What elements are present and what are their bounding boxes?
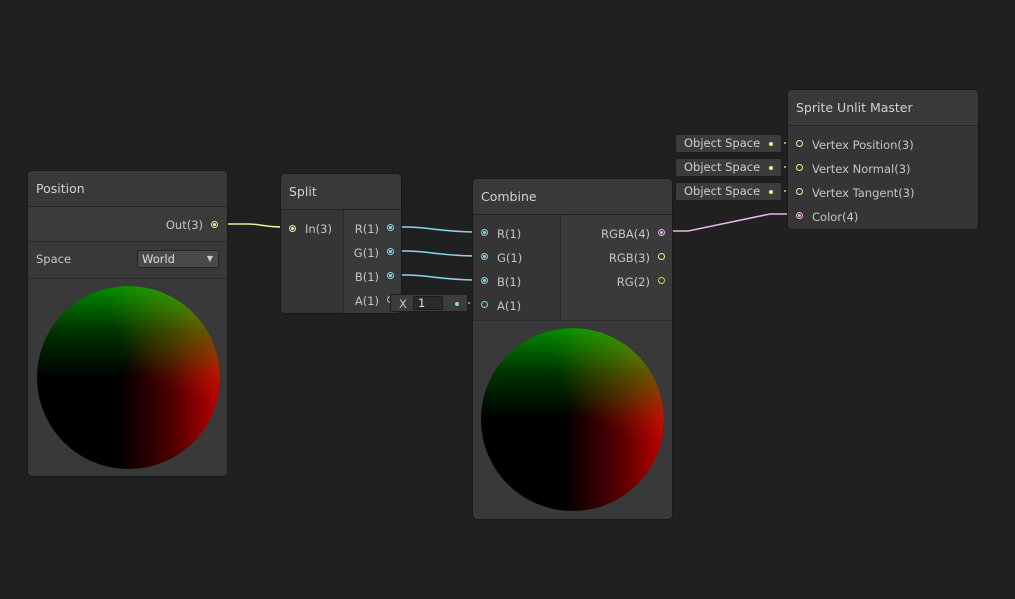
vertex-tangent-default-pill[interactable]: Object Space (675, 182, 782, 201)
input-port-label-r: R(1) (497, 227, 522, 241)
node-title[interactable]: Combine (473, 179, 672, 215)
output-port-dot-g[interactable] (387, 248, 394, 255)
wire-split-b-to-combine (393, 274, 480, 281)
sprite-unlit-master-node[interactable]: Sprite Unlit Master Vertex Position(3) V… (787, 89, 979, 230)
space-dropdown[interactable]: World ▼ (137, 250, 219, 268)
pill-label: Object Space (684, 136, 761, 150)
input-port-label-vertex-normal: Vertex Normal(3) (812, 162, 911, 176)
input-port-label-a: A(1) (497, 299, 522, 313)
x-field-value[interactable]: 1 (413, 296, 443, 310)
out-port-dot[interactable] (211, 221, 218, 228)
node-title[interactable]: Split (281, 174, 401, 210)
output-port-label-rgb: RGB(3) (608, 251, 650, 265)
x-field-label: X (399, 297, 407, 311)
out-port-label: Out(3) (165, 218, 203, 232)
input-port-dot-g[interactable] (481, 253, 488, 260)
input-port-dot-b[interactable] (481, 277, 488, 284)
node-title[interactable]: Sprite Unlit Master (788, 90, 978, 126)
output-port-row: Out(3) (28, 207, 227, 242)
position-node[interactable]: Position Out(3) Space World ▼ (27, 170, 228, 477)
wire-split-r-to-combine (393, 226, 480, 233)
output-port-dot-rg[interactable] (658, 277, 665, 284)
pill-label: Object Space (684, 160, 761, 174)
dropdown-arrow-icon: ▼ (206, 254, 213, 263)
input-port-label-vertex-position: Vertex Position(3) (812, 138, 914, 152)
split-node[interactable]: Split In(3) R(1) G(1) B(1) A(1) (280, 173, 402, 314)
master-input-column: Vertex Position(3) Vertex Normal(3) Vert… (788, 126, 978, 229)
output-port-label-rgba: RGBA(4) (601, 227, 650, 241)
input-port-label-color: Color(4) (812, 210, 859, 224)
x-field-connector (455, 302, 459, 306)
wire-position-to-split (219, 223, 287, 228)
output-port-label-rg: RG(2) (616, 275, 650, 289)
vertex-position-default-pill[interactable]: Object Space (675, 134, 782, 153)
vertex-normal-default-pill[interactable]: Object Space (675, 158, 782, 177)
input-port-dot-vertex-tangent[interactable] (796, 188, 803, 195)
output-port-dot-rgb[interactable] (658, 253, 665, 260)
input-port-label-b: B(1) (497, 275, 522, 289)
combine-input-column: R(1) G(1) B(1) A(1) (473, 215, 560, 320)
combine-output-column: RGBA(4) RGB(3) RG(2) (560, 215, 672, 320)
output-port-label-g: G(1) (353, 246, 379, 260)
output-port-dot-rgba[interactable] (658, 229, 665, 236)
in-port-dot[interactable] (289, 225, 296, 232)
combine-a-default-field[interactable]: X 1 (390, 294, 468, 312)
preview-separator (473, 320, 672, 321)
input-port-dot-color[interactable] (796, 212, 803, 219)
space-label: Space (36, 252, 72, 266)
preview-sphere (481, 328, 664, 511)
output-port-dot-r[interactable] (387, 224, 394, 231)
output-port-label-r: R(1) (354, 222, 379, 236)
output-port-dot-b[interactable] (387, 272, 394, 279)
output-port-label-a: A(1) (354, 294, 379, 308)
input-port-dot-r[interactable] (481, 229, 488, 236)
wire-combine-to-color (664, 213, 794, 232)
input-port-dot-a[interactable] (481, 301, 488, 308)
node-title[interactable]: Position (28, 171, 227, 207)
space-dropdown-value: World (142, 252, 175, 266)
preview-sphere (37, 286, 220, 469)
space-control-row: Space World ▼ (28, 242, 227, 279)
in-port-label: In(3) (305, 222, 332, 236)
input-port-dot-vertex-normal[interactable] (796, 164, 803, 171)
input-port-label-vertex-tangent: Vertex Tangent(3) (812, 186, 915, 200)
split-input-column: In(3) (281, 210, 343, 313)
combine-node[interactable]: Combine R(1) G(1) B(1) A(1) RGBA(4) RGB(… (472, 178, 673, 520)
wire-split-g-to-combine (393, 250, 480, 257)
input-port-dot-vertex-position[interactable] (796, 140, 803, 147)
pill-label: Object Space (684, 184, 761, 198)
input-port-label-g: G(1) (497, 251, 523, 265)
output-port-label-b: B(1) (354, 270, 379, 284)
